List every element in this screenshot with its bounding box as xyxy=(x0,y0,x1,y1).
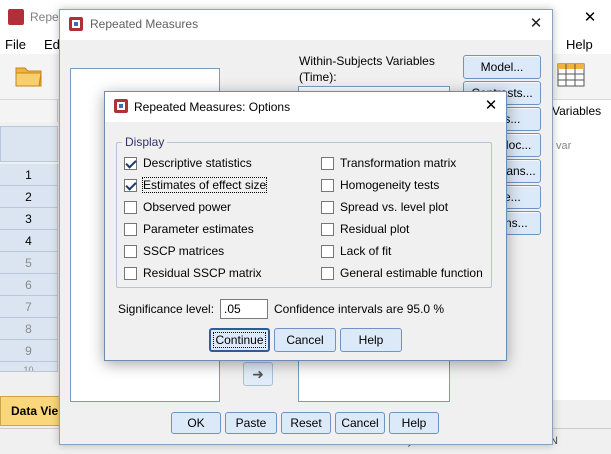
homogeneity-tests-label: Homogeneity tests xyxy=(340,178,440,192)
observed-power-label: Observed power xyxy=(143,200,232,214)
transformation-matrix-label: Transformation matrix xyxy=(340,156,457,170)
row-header[interactable]: 10 xyxy=(0,362,58,372)
var-column-header[interactable]: var xyxy=(556,140,571,152)
homogeneity-tests-option[interactable]: Homogeneity tests xyxy=(321,176,483,194)
parameter-estimates-option[interactable]: Parameter estimates xyxy=(124,220,266,238)
repeated-measures-title: Repeated Measures xyxy=(90,17,199,31)
display-group-label: Display xyxy=(122,135,168,149)
row-header[interactable]: 3 xyxy=(0,208,58,230)
general-estimable-function-option[interactable]: General estimable function xyxy=(321,264,483,282)
options-help-button[interactable]: Help xyxy=(340,328,402,352)
name-box xyxy=(0,100,58,122)
effect-size-label: Estimates of effect size xyxy=(141,177,268,193)
residual-plot-label: Residual plot xyxy=(340,222,410,236)
menu-file[interactable]: File xyxy=(5,37,26,52)
sscp-matrices-label: SSCP matrices xyxy=(143,244,225,258)
lack-of-fit-option[interactable]: Lack of fit xyxy=(321,242,483,260)
right-arrow-icon: ➜ xyxy=(252,366,264,382)
spread-level-plot-label: Spread vs. level plot xyxy=(340,200,449,214)
descriptive-statistics-label: Descriptive statistics xyxy=(143,156,252,170)
options-title: Repeated Measures: Options xyxy=(134,100,291,114)
cancel-button[interactable]: Cancel xyxy=(335,412,385,434)
row-header[interactable]: 6 xyxy=(0,274,58,296)
data-view-tab[interactable]: Data Vie xyxy=(0,396,62,426)
residual-sscp-label: Residual SSCP matrix xyxy=(143,266,262,280)
row-header[interactable]: 9 xyxy=(0,340,58,362)
transformation-matrix-checkbox[interactable] xyxy=(321,156,334,170)
model-button[interactable]: Model... xyxy=(463,55,541,79)
row-header[interactable]: 2 xyxy=(0,186,58,208)
parameter-estimates-checkbox[interactable] xyxy=(124,222,137,236)
row-header[interactable]: 4 xyxy=(0,230,58,252)
effect-size-option[interactable]: Estimates of effect size xyxy=(124,176,268,194)
within-subjects-label-line2: (Time): xyxy=(299,70,337,84)
move-arrow-button[interactable]: ➜ xyxy=(243,362,273,386)
row-header[interactable]: 7 xyxy=(0,296,58,318)
grid-corner-header xyxy=(0,126,58,162)
sscp-matrices-option[interactable]: SSCP matrices xyxy=(124,242,266,260)
right-checkbox-column: Transformation matrix Homogeneity tests … xyxy=(321,154,483,282)
spss-app-icon xyxy=(8,9,24,25)
residual-sscp-checkbox[interactable] xyxy=(124,266,137,280)
spread-level-plot-checkbox[interactable] xyxy=(321,200,334,214)
menu-help[interactable]: Help xyxy=(566,37,593,52)
row-header[interactable]: 8 xyxy=(0,318,58,340)
residual-sscp-option[interactable]: Residual SSCP matrix xyxy=(124,264,266,282)
lack-of-fit-checkbox[interactable] xyxy=(321,244,334,258)
row-header[interactable]: 5 xyxy=(0,252,58,274)
paste-button[interactable]: Paste xyxy=(225,412,277,434)
parameter-estimates-label: Parameter estimates xyxy=(143,222,254,236)
residual-plot-option[interactable]: Residual plot xyxy=(321,220,483,238)
variables-tab-label[interactable]: Variables xyxy=(552,104,601,118)
transformation-matrix-option[interactable]: Transformation matrix xyxy=(321,154,483,172)
spss-dialog-icon xyxy=(69,17,83,31)
repeated-measures-close-icon[interactable]: ✕ xyxy=(526,14,546,34)
observed-power-checkbox[interactable] xyxy=(124,200,137,214)
continue-button[interactable]: Continue xyxy=(209,328,270,352)
reset-button[interactable]: Reset xyxy=(281,412,331,434)
within-subjects-label: Within-Subjects Variables (Time): xyxy=(299,53,435,85)
general-estimable-function-label: General estimable function xyxy=(340,266,483,280)
options-close-icon[interactable]: ✕ xyxy=(481,96,501,116)
row-header[interactable]: 1 xyxy=(0,164,58,186)
data-grid-icon[interactable] xyxy=(556,62,586,88)
spss-dialog-icon xyxy=(114,99,128,113)
descriptive-statistics-option[interactable]: Descriptive statistics xyxy=(124,154,266,172)
help-button[interactable]: Help xyxy=(389,412,439,434)
open-folder-icon[interactable] xyxy=(14,62,44,88)
observed-power-option[interactable]: Observed power xyxy=(124,198,266,216)
residual-plot-checkbox[interactable] xyxy=(321,222,334,236)
effect-size-checkbox[interactable] xyxy=(124,178,137,192)
ok-button[interactable]: OK xyxy=(171,412,221,434)
significance-level-input[interactable] xyxy=(220,299,268,319)
lack-of-fit-label: Lack of fit xyxy=(340,244,392,258)
general-estimable-function-checkbox[interactable] xyxy=(321,266,334,280)
sscp-matrices-checkbox[interactable] xyxy=(124,244,137,258)
within-subjects-label-line1: Within-Subjects Variables xyxy=(299,54,435,68)
spread-level-plot-option[interactable]: Spread vs. level plot xyxy=(321,198,483,216)
row-number-column: 1 2 3 4 5 6 7 8 9 10 xyxy=(0,164,58,372)
data-editor-close-icon[interactable]: ✕ xyxy=(580,8,600,28)
continue-button-label: Continue xyxy=(213,332,266,348)
significance-level-label: Significance level: xyxy=(118,302,215,316)
homogeneity-tests-checkbox[interactable] xyxy=(321,178,334,192)
options-cancel-button[interactable]: Cancel xyxy=(274,328,336,352)
descriptive-statistics-checkbox[interactable] xyxy=(124,156,137,170)
confidence-interval-text: Confidence intervals are 95.0 % xyxy=(274,302,445,316)
menu-edit[interactable]: Ed xyxy=(44,37,60,52)
left-checkbox-column: Descriptive statistics Estimates of effe… xyxy=(124,154,268,282)
